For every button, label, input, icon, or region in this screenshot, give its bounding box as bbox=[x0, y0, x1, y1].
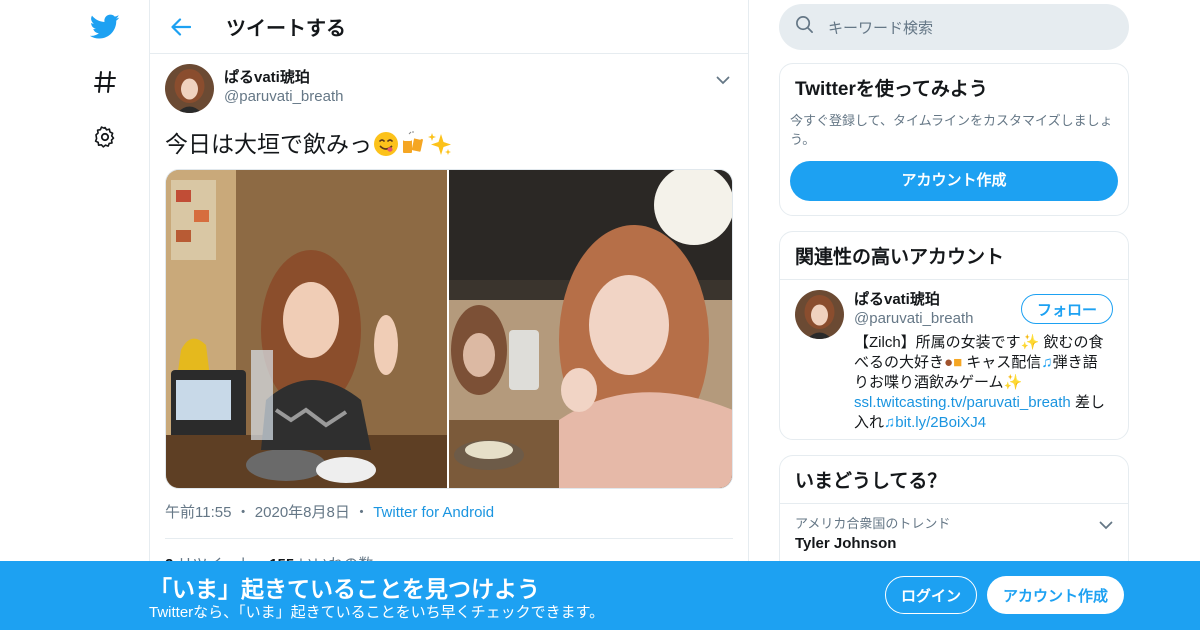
face-savoring-icon bbox=[373, 131, 399, 157]
related-account[interactable]: ぱるvati琥珀 @paruvati_breath フォロー 【Zilch】所属… bbox=[780, 279, 1128, 432]
trend-item[interactable]: アメリカ合衆国のトレンド Tyler Johnson bbox=[780, 503, 1128, 564]
twitter-bird-icon[interactable] bbox=[88, 10, 122, 44]
trend-location: アメリカ合衆国のトレンド bbox=[795, 516, 951, 531]
bio-link[interactable]: ssl.twitcasting.tv/paruvati_breath bbox=[854, 394, 1071, 411]
beer-mugs-icon bbox=[400, 131, 426, 157]
tweet-text: 今日は大垣で飲みっ bbox=[165, 129, 733, 159]
user-bio: 【Zilch】所属の女装です✨ 飲むの食べるの大好き●■ キャス配信♫弾き語りお… bbox=[854, 333, 1106, 433]
trends-card-title: いまどうしてる？ bbox=[795, 471, 947, 492]
gear-icon[interactable] bbox=[88, 120, 122, 154]
tweet-photo-1[interactable] bbox=[166, 170, 447, 488]
music-notes-icon: ♫ bbox=[1041, 354, 1053, 371]
meta-separator: ・ bbox=[235, 504, 251, 521]
tweet-photo-2[interactable] bbox=[449, 170, 732, 488]
user-handle[interactable]: @paruvati_breath bbox=[224, 87, 343, 106]
chevron-down-icon[interactable] bbox=[1099, 517, 1113, 535]
tweet-date[interactable]: 2020年8月8日 bbox=[255, 504, 350, 521]
bio-text: 【Zilch】所属の女装です bbox=[854, 334, 1021, 351]
banner-signup-button[interactable]: アカウント作成 bbox=[987, 576, 1124, 614]
hashtag-icon[interactable] bbox=[88, 65, 122, 99]
search-placeholder: キーワード検索 bbox=[828, 19, 934, 37]
tweet-metadata: 午前11:55 ・ 2020年8月8日 ・ Twitter for Androi… bbox=[165, 503, 733, 523]
signup-banner: 「いま」起きていることを見つけよう Twitterなら、「いま」起きていることを… bbox=[0, 561, 1200, 630]
trend-name[interactable]: Tyler Johnson bbox=[795, 534, 1113, 554]
related-card-title: 関連性の高いアカウント bbox=[795, 247, 1005, 268]
search-input[interactable]: キーワード検索 bbox=[779, 4, 1129, 50]
primary-column: ツイートする ぱるvati琥珀 @paruvati_breath 今日は大垣で飲… bbox=[149, 0, 749, 630]
signup-card: Twitterを使ってみよう 今すぐ登録して、タイムラインをカスタマイズしましょ… bbox=[779, 63, 1129, 216]
tweet-source-link[interactable]: Twitter for Android bbox=[373, 504, 494, 521]
related-display-name[interactable]: ぱるvati琥珀 bbox=[854, 290, 973, 309]
signup-card-title: Twitterを使ってみよう bbox=[795, 79, 988, 100]
related-accounts-card: 関連性の高いアカウント ぱるvati琥珀 @paruvati_breath フォ… bbox=[779, 231, 1129, 440]
display-name[interactable]: ぱるvati琥珀 bbox=[224, 68, 343, 87]
bio-text: キャス配信 bbox=[962, 354, 1042, 371]
tweet-author: ぱるvati琥珀 @paruvati_breath bbox=[165, 64, 733, 114]
banner-title: 「いま」起きていることを見つけよう bbox=[149, 576, 540, 602]
login-button[interactable]: ログイン bbox=[885, 576, 977, 614]
beer-mugs-icon: ■ bbox=[953, 354, 963, 371]
signup-description: 今すぐ登録して、タイムラインをカスタマイズしましょう。 bbox=[790, 113, 1113, 147]
tweet: ぱるvati琥珀 @paruvati_breath 今日は大垣で飲みっ 午前11… bbox=[150, 54, 748, 574]
page-title: ツイートする bbox=[226, 18, 346, 40]
chevron-down-icon[interactable] bbox=[713, 70, 733, 90]
avatar[interactable] bbox=[165, 64, 214, 113]
music-notes-icon: ♫ bbox=[884, 414, 896, 431]
avatar[interactable] bbox=[795, 290, 844, 339]
meta-separator: ・ bbox=[354, 504, 370, 521]
banner-subtitle: Twitterなら、「いま」起きていることをいち早くチェックできます。 bbox=[149, 604, 605, 621]
back-arrow-icon[interactable] bbox=[170, 16, 192, 38]
column-header: ツイートする bbox=[150, 0, 748, 54]
sparkles-icon bbox=[427, 131, 453, 157]
sparkles-icon: ✨ bbox=[1020, 334, 1040, 351]
create-account-button[interactable]: アカウント作成 bbox=[790, 161, 1118, 201]
left-navigation bbox=[80, 0, 130, 630]
tweet-time[interactable]: 午前11:55 bbox=[165, 504, 231, 521]
search-icon bbox=[795, 15, 814, 39]
meat-icon: ● bbox=[944, 354, 954, 371]
related-user-handle[interactable]: @paruvati_breath bbox=[854, 309, 973, 328]
sparkles-icon: ✨ bbox=[1003, 374, 1023, 391]
bio-link[interactable]: bit.ly/2BoiXJ4 bbox=[895, 414, 986, 431]
tweet-text-body: 今日は大垣で飲みっ bbox=[165, 131, 372, 157]
tweet-media bbox=[165, 169, 733, 489]
follow-button[interactable]: フォロー bbox=[1021, 294, 1113, 324]
